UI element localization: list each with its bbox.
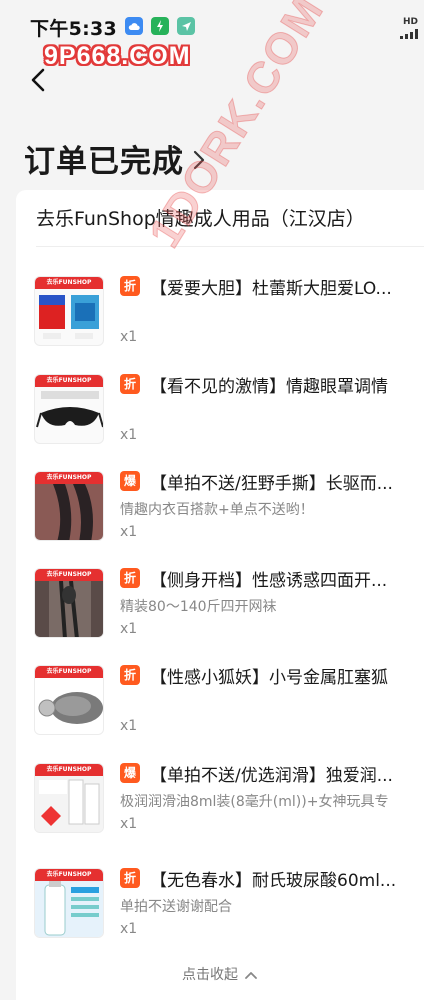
- shop-name[interactable]: 去乐FunShop情趣成人用品（江汉店）: [36, 204, 424, 231]
- item-subtitle: 极润润滑油8ml装(8毫升(ml))+女神玩具专: [120, 794, 389, 810]
- item-title: 【侧身开档】性感诱惑四面开...: [150, 571, 388, 591]
- eye-mask-image: [36, 391, 103, 428]
- order-item[interactable]: 去乐FUNSHOP 爆 【单拍不送/优选润滑】独爱润... 极润润滑油8ml装(…: [16, 763, 424, 843]
- product-thumbnail: 去乐FUNSHOP: [34, 471, 104, 541]
- collapse-label: 点击收起: [182, 967, 238, 983]
- item-title: 【看不见的激情】情趣眼罩调情: [150, 377, 388, 397]
- item-quantity: x1: [120, 427, 138, 443]
- condom-box-image: [39, 295, 99, 339]
- thumbnail-brand: 去乐FUNSHOP: [35, 277, 103, 289]
- status-right-group: HD: [400, 18, 418, 39]
- product-thumbnail: 去乐FUNSHOP: [34, 868, 104, 938]
- fox-tail-image: [35, 678, 103, 734]
- discount-badge: 折: [120, 374, 140, 394]
- item-title: 【无色春水】耐氏玻尿酸60ml...: [150, 871, 397, 891]
- item-quantity: x1: [120, 524, 138, 540]
- fishnet-image: [35, 581, 103, 637]
- order-status-title-row[interactable]: 订单已完成: [24, 136, 206, 181]
- item-title: 【单拍不送/优选润滑】独爱润...: [150, 766, 393, 786]
- product-thumbnail: 去乐FUNSHOP: [34, 276, 104, 346]
- status-time: 下午5:33: [30, 18, 118, 40]
- order-item[interactable]: 去乐FUNSHOP 折 【无色春水】耐氏玻尿酸60ml... 单拍不送谢谢配合 …: [16, 868, 424, 948]
- discount-badge: 折: [120, 868, 140, 888]
- item-subtitle: 情趣内衣百搭款+单点不送哟！: [120, 502, 314, 518]
- lubricant-image: [35, 776, 103, 832]
- item-subtitle: 单拍不送谢谢配合: [120, 899, 232, 915]
- chevron-right-icon: [193, 150, 205, 169]
- hyaluronic-bottle-image: [35, 881, 103, 937]
- item-title: 【单拍不送/狂野手撕】长驱而...: [150, 474, 393, 494]
- order-item[interactable]: 去乐FUNSHOP 折 【爱要大胆】杜蕾斯大胆爱LO... x1: [16, 276, 424, 356]
- item-quantity: x1: [120, 816, 138, 832]
- discount-badge: 折: [120, 665, 140, 685]
- stockings-image: [35, 484, 103, 540]
- divider: [36, 246, 424, 247]
- hd-label: HD: [402, 17, 418, 27]
- signal-icon: [400, 29, 418, 39]
- item-quantity: x1: [120, 329, 138, 345]
- order-item[interactable]: 去乐FUNSHOP 折 【看不见的激情】情趣眼罩调情 x1: [16, 374, 424, 454]
- item-quantity: x1: [120, 621, 138, 637]
- order-item[interactable]: 去乐FUNSHOP 爆 【单拍不送/狂野手撕】长驱而... 情趣内衣百搭款+单点…: [16, 471, 424, 551]
- thumbnail-brand: 去乐FUNSHOP: [35, 569, 103, 581]
- thumbnail-brand: 去乐FUNSHOP: [35, 472, 103, 484]
- product-thumbnail: 去乐FUNSHOP: [34, 665, 104, 735]
- order-item[interactable]: 去乐FUNSHOP 折 【侧身开档】性感诱惑四面开... 精装80～140斤四开…: [16, 568, 424, 648]
- back-arrow-icon: [31, 68, 45, 92]
- hot-badge: 爆: [120, 763, 140, 783]
- thumbnail-brand: 去乐FUNSHOP: [35, 375, 103, 387]
- page-title: 订单已完成: [24, 144, 184, 180]
- product-thumbnail: 去乐FUNSHOP: [34, 568, 104, 638]
- top-watermark: 9P668.COM: [44, 42, 191, 70]
- product-thumbnail: 去乐FUNSHOP: [34, 763, 104, 833]
- back-button[interactable]: [24, 66, 52, 94]
- cloud-icon: [125, 17, 144, 35]
- leaf-icon: [151, 17, 170, 35]
- thumbnail-brand: 去乐FUNSHOP: [35, 764, 103, 776]
- discount-badge: 折: [120, 568, 140, 588]
- chevron-up-icon: [245, 972, 257, 979]
- item-quantity: x1: [120, 921, 138, 937]
- thumbnail-brand: 去乐FUNSHOP: [35, 666, 103, 678]
- order-card: 去乐FunShop情趣成人用品（江汉店） 去乐FUNSHOP 折 【爱要大胆】杜…: [16, 190, 424, 1000]
- item-title: 【性感小狐妖】小号金属肛塞狐: [150, 668, 388, 688]
- order-item[interactable]: 去乐FUNSHOP 折 【性感小狐妖】小号金属肛塞狐 x1: [16, 665, 424, 745]
- discount-badge: 折: [120, 276, 140, 296]
- item-title: 【爱要大胆】杜蕾斯大胆爱LO...: [150, 279, 392, 299]
- collapse-items-button[interactable]: 点击收起: [16, 964, 424, 984]
- hot-badge: 爆: [120, 471, 140, 491]
- send-icon: [177, 17, 196, 35]
- product-thumbnail: 去乐FUNSHOP: [34, 374, 104, 444]
- thumbnail-brand: 去乐FUNSHOP: [35, 869, 103, 881]
- item-quantity: x1: [120, 718, 138, 734]
- item-subtitle: 精装80～140斤四开网袜: [120, 599, 277, 615]
